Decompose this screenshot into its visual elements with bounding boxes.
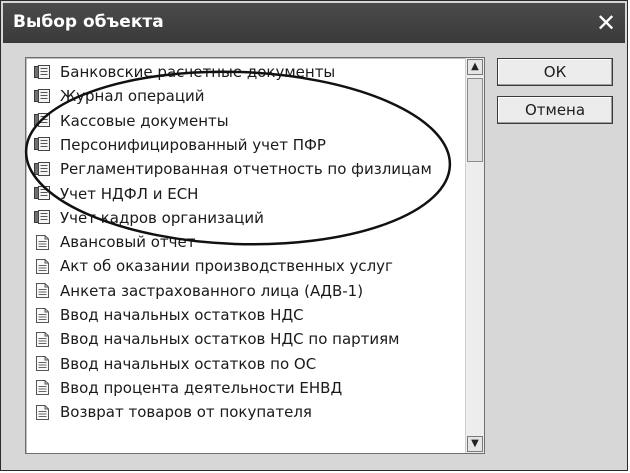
journal-icon — [34, 64, 51, 81]
list-item[interactable]: Ввод начальных остатков по ОС — [34, 352, 316, 376]
list-item-label: Акт об оказании производственных услуг — [60, 257, 393, 276]
journal-icon — [34, 88, 51, 105]
document-icon — [34, 234, 51, 251]
document-icon — [34, 379, 51, 396]
list-item[interactable]: Кассовые документы — [34, 109, 229, 133]
arrow-down-icon[interactable]: ▼ — [467, 436, 483, 452]
list-item[interactable]: Банковские расчетные документы — [34, 60, 335, 84]
journal-icon — [34, 161, 51, 178]
list-item[interactable]: Учет кадров организаций — [34, 206, 264, 230]
list-item-label: Кассовые документы — [60, 111, 229, 130]
list-item[interactable]: Возврат товаров от покупателя — [34, 400, 312, 424]
list-item-label: Авансовый отчет — [60, 233, 196, 252]
dialog-title: Выбор объекта — [13, 12, 164, 32]
document-icon — [34, 307, 51, 324]
document-icon — [34, 355, 51, 372]
list-item[interactable]: Ввод процента деятельности ЕНВД — [34, 376, 342, 400]
document-icon — [34, 404, 51, 421]
arrow-up-icon[interactable]: ▲ — [467, 59, 483, 75]
journal-icon — [34, 209, 51, 226]
list-item-label: Ввод процента деятельности ЕНВД — [60, 378, 343, 397]
list-item-label: Возврат товаров от покупателя — [60, 403, 312, 422]
list-item-label: Учет НДФЛ и ЕСН — [60, 184, 199, 203]
list-item[interactable]: Учет НДФЛ и ЕСН — [34, 182, 198, 206]
list-item-label: Журнал операций — [60, 87, 205, 106]
object-selection-dialog: Выбор объекта ✕ Банковские расчетные док… — [0, 0, 628, 471]
ok-button[interactable]: ОК — [497, 58, 613, 86]
journal-icon — [34, 112, 51, 129]
object-list-items: Банковские расчетные документы Журнал опе… — [26, 58, 464, 453]
list-item-label: Анкета застрахованного лица (АДВ-1) — [60, 281, 364, 300]
document-icon — [34, 331, 51, 348]
list-item[interactable]: Журнал операций — [34, 84, 205, 108]
document-icon — [34, 282, 51, 299]
object-list[interactable]: Банковские расчетные документы Журнал опе… — [25, 57, 485, 454]
list-item[interactable]: Авансовый отчет — [34, 230, 195, 254]
list-item-label: Ввод начальных остатков НДС по партиям — [60, 330, 400, 349]
scrollbar-thumb[interactable] — [467, 78, 483, 162]
journal-icon — [34, 185, 51, 202]
list-item-label: Учет кадров организаций — [60, 208, 264, 227]
document-icon — [34, 258, 51, 275]
list-item[interactable]: Ввод начальных остатков НДС — [34, 303, 304, 327]
list-item-label: Банковские расчетные документы — [60, 63, 336, 81]
list-item-label: Ввод начальных остатков по ОС — [60, 354, 317, 373]
list-item[interactable]: Ввод начальных остатков НДС по партиям — [34, 327, 400, 351]
title-bar[interactable]: Выбор объекта ✕ — [3, 3, 625, 43]
list-item-label: Персонифицированный учет ПФР — [60, 135, 326, 154]
close-icon[interactable]: ✕ — [593, 10, 619, 36]
list-item[interactable]: Акт об оказании производственных услуг — [34, 254, 393, 278]
list-item[interactable]: Персонифицированный учет ПФР — [34, 133, 326, 157]
cancel-button[interactable]: Отмена — [497, 96, 613, 124]
list-item-label: Ввод начальных остатков НДС — [60, 306, 304, 324]
list-item[interactable]: Анкета застрахованного лица (АДВ-1) — [34, 279, 363, 303]
vertical-scrollbar[interactable]: ▲ ▼ — [465, 58, 484, 453]
list-item[interactable]: Регламентированная отчетность по физлица… — [34, 157, 432, 181]
list-item-label: Регламентированная отчетность по физлица… — [60, 160, 432, 179]
journal-icon — [34, 136, 51, 153]
